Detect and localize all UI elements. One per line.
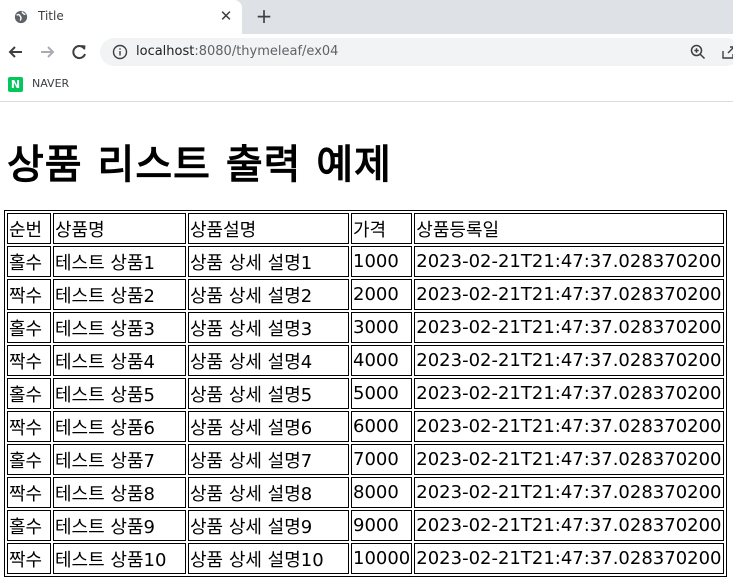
- table-row: 홀수 테스트 상품5 상품 상세 설명5 5000 2023-02-21T21:…: [7, 378, 724, 409]
- cell-seq: 짝수: [7, 279, 51, 310]
- cell-reg-date: 2023-02-21T21:47:37.028370200: [414, 345, 724, 376]
- cell-product-detail: 상품 상세 설명10: [188, 543, 349, 574]
- cell-price: 6000: [351, 411, 413, 442]
- page-content: 상품 리스트 출력 예제 순번 상품명 상품설명 가격 상품등록일 홀수 테스트…: [0, 102, 733, 586]
- naver-icon: N: [8, 77, 23, 92]
- header-product-name: 상품명: [53, 213, 186, 244]
- cell-product-name: 테스트 상품1: [53, 246, 186, 277]
- cell-seq: 짝수: [7, 411, 51, 442]
- url-text[interactable]: localhost:8080/thymeleaf/ex04: [136, 44, 338, 59]
- cell-price: 9000: [351, 510, 413, 541]
- browser-toolbar: localhost:8080/thymeleaf/ex04: [0, 34, 733, 70]
- url-host: localhost: [136, 44, 195, 59]
- forward-arrow-icon[interactable]: [36, 41, 58, 63]
- cell-seq: 짝수: [7, 477, 51, 508]
- share-icon[interactable]: [720, 44, 733, 60]
- cell-price: 1000: [351, 246, 413, 277]
- cell-product-detail: 상품 상세 설명7: [188, 444, 349, 475]
- cell-product-detail: 상품 상세 설명5: [188, 378, 349, 409]
- cell-reg-date: 2023-02-21T21:47:37.028370200: [414, 378, 724, 409]
- cell-price: 8000: [351, 477, 413, 508]
- cell-product-name: 테스트 상품7: [53, 444, 186, 475]
- cell-product-detail: 상품 상세 설명2: [188, 279, 349, 310]
- cell-product-detail: 상품 상세 설명6: [188, 411, 349, 442]
- cell-product-name: 테스트 상품5: [53, 378, 186, 409]
- address-bar[interactable]: localhost:8080/thymeleaf/ex04: [100, 38, 733, 66]
- cell-reg-date: 2023-02-21T21:47:37.028370200: [414, 312, 724, 343]
- cell-price: 10000: [351, 543, 413, 574]
- table-row: 짝수 테스트 상품2 상품 상세 설명2 2000 2023-02-21T21:…: [7, 279, 724, 310]
- back-arrow-icon[interactable]: [5, 41, 27, 63]
- page-title: 상품 리스트 출력 예제: [7, 142, 392, 188]
- cell-price: 4000: [351, 345, 413, 376]
- header-price: 가격: [351, 213, 413, 244]
- table-row: 짝수 테스트 상품6 상품 상세 설명6 6000 2023-02-21T21:…: [7, 411, 724, 442]
- cell-seq: 홀수: [7, 378, 51, 409]
- header-product-detail: 상품설명: [188, 213, 349, 244]
- table-row: 홀수 테스트 상품7 상품 상세 설명7 7000 2023-02-21T21:…: [7, 444, 724, 475]
- cell-reg-date: 2023-02-21T21:47:37.028370200: [414, 444, 724, 475]
- zoom-icon[interactable]: [690, 44, 706, 60]
- cell-product-name: 테스트 상품4: [53, 345, 186, 376]
- cell-price: 5000: [351, 378, 413, 409]
- cell-seq: 홀수: [7, 246, 51, 277]
- tab-title: Title: [38, 9, 64, 23]
- product-table: 순번 상품명 상품설명 가격 상품등록일 홀수 테스트 상품1 상품 상세 설명…: [4, 210, 727, 577]
- table-row: 홀수 테스트 상품9 상품 상세 설명9 9000 2023-02-21T21:…: [7, 510, 724, 541]
- table-row: 짝수 테스트 상품8 상품 상세 설명8 8000 2023-02-21T21:…: [7, 477, 724, 508]
- cell-seq: 짝수: [7, 345, 51, 376]
- cell-product-name: 테스트 상품9: [53, 510, 186, 541]
- table-row: 홀수 테스트 상품1 상품 상세 설명1 1000 2023-02-21T21:…: [7, 246, 724, 277]
- table-header-row: 순번 상품명 상품설명 가격 상품등록일: [7, 213, 724, 244]
- cell-reg-date: 2023-02-21T21:47:37.028370200: [414, 543, 724, 574]
- bookmarks-bar: N NAVER: [0, 70, 733, 102]
- cell-price: 7000: [351, 444, 413, 475]
- cell-product-detail: 상품 상세 설명9: [188, 510, 349, 541]
- url-path: :8080/thymeleaf/ex04: [194, 44, 339, 59]
- header-reg-date: 상품등록일: [414, 213, 724, 244]
- browser-tab[interactable]: Title ✕: [0, 0, 242, 34]
- globe-icon: [14, 10, 28, 24]
- cell-product-name: 테스트 상품8: [53, 477, 186, 508]
- cell-reg-date: 2023-02-21T21:47:37.028370200: [414, 510, 724, 541]
- cell-price: 3000: [351, 312, 413, 343]
- cell-seq: 홀수: [7, 510, 51, 541]
- cell-reg-date: 2023-02-21T21:47:37.028370200: [414, 246, 724, 277]
- cell-reg-date: 2023-02-21T21:47:37.028370200: [414, 411, 724, 442]
- cell-product-name: 테스트 상품3: [53, 312, 186, 343]
- table-row: 짝수 테스트 상품10 상품 상세 설명10 10000 2023-02-21T…: [7, 543, 724, 574]
- cell-product-detail: 상품 상세 설명4: [188, 345, 349, 376]
- cell-reg-date: 2023-02-21T21:47:37.028370200: [414, 477, 724, 508]
- table-row: 짝수 테스트 상품4 상품 상세 설명4 4000 2023-02-21T21:…: [7, 345, 724, 376]
- cell-product-detail: 상품 상세 설명1: [188, 246, 349, 277]
- cell-product-name: 테스트 상품2: [53, 279, 186, 310]
- cell-product-detail: 상품 상세 설명3: [188, 312, 349, 343]
- close-tab-icon[interactable]: ✕: [218, 8, 234, 24]
- cell-product-detail: 상품 상세 설명8: [188, 477, 349, 508]
- cell-seq: 짝수: [7, 543, 51, 574]
- cell-price: 2000: [351, 279, 413, 310]
- header-seq: 순번: [7, 213, 51, 244]
- new-tab-button[interactable]: +: [254, 6, 274, 26]
- cell-seq: 홀수: [7, 312, 51, 343]
- reload-icon[interactable]: [68, 41, 90, 63]
- cell-seq: 홀수: [7, 444, 51, 475]
- table-row: 홀수 테스트 상품3 상품 상세 설명3 3000 2023-02-21T21:…: [7, 312, 724, 343]
- cell-reg-date: 2023-02-21T21:47:37.028370200: [414, 279, 724, 310]
- bookmark-label: NAVER: [32, 77, 70, 90]
- tab-strip: Title ✕ +: [0, 0, 733, 34]
- info-icon[interactable]: [112, 44, 128, 60]
- cell-product-name: 테스트 상품6: [53, 411, 186, 442]
- cell-product-name: 테스트 상품10: [53, 543, 186, 574]
